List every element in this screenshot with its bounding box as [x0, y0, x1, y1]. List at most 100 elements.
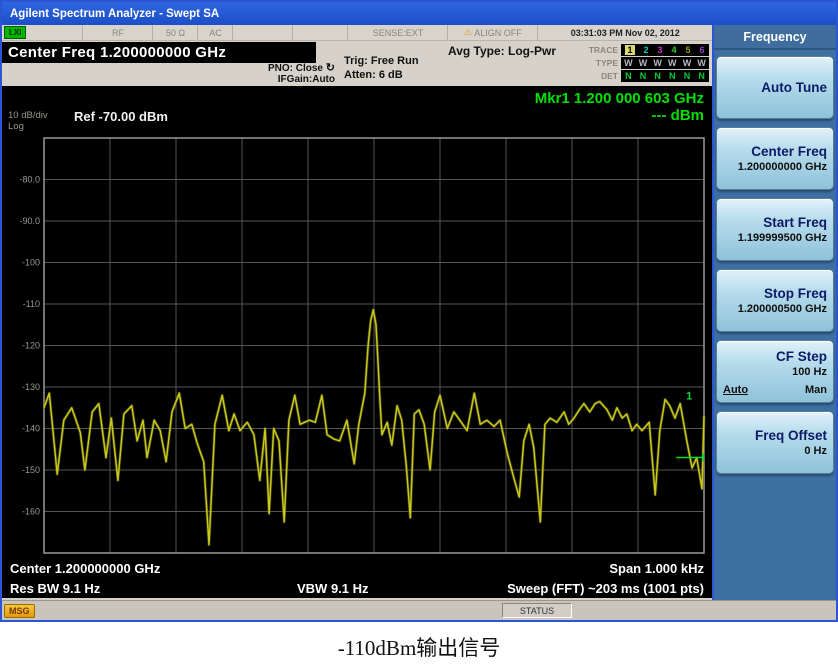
det-label: DET — [601, 71, 618, 81]
trace-digit: 3 — [657, 45, 662, 55]
ref-level-readout: Ref -70.00 dBm — [74, 109, 168, 124]
top-status-strip: LXI RF 50 Ω AC SENSE:EXT ⚠ ALIGN OFF 03:… — [2, 25, 712, 41]
bottom-status-bar: MSG STATUS — [2, 600, 836, 620]
ifgain-value: IFGain:Auto — [200, 74, 335, 85]
impedance-indicator: 50 Ω — [153, 25, 198, 40]
det-letter: N — [640, 71, 647, 81]
atten-value: Atten: 6 dB — [344, 68, 419, 82]
status-cell-empty-1 — [28, 25, 83, 40]
svg-text:-150: -150 — [22, 465, 40, 475]
softkey-label: Stop Freq — [764, 286, 827, 301]
softkey-label: Center Freq — [751, 144, 827, 159]
lxi-indicator: LXI — [4, 26, 26, 39]
footer-span: Span 1.000 kHz — [609, 561, 704, 576]
cf-step-man[interactable]: Man — [805, 384, 827, 396]
softkey-label: CF Step — [776, 349, 827, 364]
marker-1-glyph: 1 — [686, 390, 692, 402]
type-letter: W — [683, 58, 692, 68]
softkey-value: 0 Hz — [804, 445, 827, 457]
cf-step-auto[interactable]: Auto — [723, 384, 748, 396]
softkey-filler — [714, 480, 836, 600]
softkey-value: 100 Hz — [792, 366, 827, 378]
softkey-label: Freq Offset — [755, 428, 827, 443]
loop-icon: ↻ — [326, 62, 335, 74]
footer-row-1: Center 1.200000000 GHz Span 1.000 kHz — [2, 558, 712, 578]
rf-indicator: RF — [83, 25, 153, 40]
warning-icon: ⚠ — [464, 27, 472, 38]
trace-status-block: TRACE 123456 TYPE WWWWWW DET NNNNNN — [589, 43, 709, 82]
det-letter: N — [654, 71, 661, 81]
trigger-block: Trig: Free Run Atten: 6 dB — [344, 54, 419, 82]
datetime-display: 03:31:03 PM Nov 02, 2012 — [538, 25, 712, 40]
trace-digit: 4 — [671, 45, 676, 55]
det-letter: N — [684, 71, 691, 81]
footer-res-bw: Res BW 9.1 Hz — [10, 581, 100, 596]
status-cell: STATUS — [502, 603, 572, 618]
coupling-indicator: AC — [198, 25, 233, 40]
trace-digit: 5 — [685, 45, 690, 55]
window-title: Agilent Spectrum Analyzer - Swept SA — [10, 8, 219, 20]
softkey-freq-offset[interactable]: Freq Offset 0 Hz — [716, 411, 834, 474]
softkey-start-freq[interactable]: Start Freq 1.199999500 GHz — [716, 198, 834, 261]
sense-indicator: SENSE:EXT — [348, 25, 448, 40]
trig-value: Trig: Free Run — [344, 54, 419, 68]
trace-digit: 6 — [699, 45, 704, 55]
softkey-center-freq[interactable]: Center Freq 1.200000000 GHz — [716, 127, 834, 190]
align-text: ALIGN OFF — [474, 28, 522, 38]
det-letter: N — [698, 71, 705, 81]
softkey-value: 1.199999500 GHz — [738, 232, 827, 244]
status-cell-empty-3 — [293, 25, 348, 40]
status-cell-empty-2 — [233, 25, 293, 40]
footer-center-freq: Center 1.200000000 GHz — [10, 561, 160, 576]
softkey-stop-freq[interactable]: Stop Freq 1.200000500 GHz — [716, 269, 834, 332]
log-mode: Log — [8, 121, 48, 132]
trace-digit: 1 — [625, 45, 634, 55]
softkey-auto-tune[interactable]: Auto Tune — [716, 56, 834, 119]
main-row: LXI RF 50 Ω AC SENSE:EXT ⚠ ALIGN OFF 03:… — [2, 25, 836, 600]
db-per-div: 10 dB/div — [8, 110, 48, 121]
cf-step-toggle: Auto Man — [723, 384, 827, 396]
det-letter: N — [669, 71, 676, 81]
trace-digits: 123456 — [621, 44, 709, 56]
svg-text:-110: -110 — [23, 299, 40, 309]
type-letter: W — [639, 58, 648, 68]
type-letter: W — [624, 58, 633, 68]
footer-sweep: Sweep (FFT) ~203 ms (1001 pts) — [507, 581, 704, 596]
avg-type-readout: Avg Type: Log-Pwr — [448, 44, 556, 58]
settings-info-bar: Center Freq 1.200000000 GHz PNO: Close ↻… — [2, 41, 712, 86]
instrument-screen: LXI RF 50 Ω AC SENSE:EXT ⚠ ALIGN OFF 03:… — [2, 25, 712, 600]
svg-text:-160: -160 — [22, 507, 40, 517]
type-letter: W — [653, 58, 662, 68]
marker-readout: Mkr1 1.200 000 603 GHz --- dBm — [535, 90, 704, 124]
softkey-menu: Frequency Auto Tune Center Freq 1.200000… — [712, 25, 836, 600]
plot-footer: Center 1.200000000 GHz Span 1.000 kHz Re… — [2, 558, 712, 598]
type-letter: W — [668, 58, 677, 68]
spectrum-graph: -80.0-90.0-100-110-120-130-140-150-1601 — [2, 86, 712, 598]
align-indicator: ⚠ ALIGN OFF — [448, 25, 538, 40]
svg-text:-80.0: -80.0 — [19, 175, 40, 185]
trace-digit: 2 — [643, 45, 648, 55]
softkey-label: Auto Tune — [761, 80, 827, 95]
msg-badge[interactable]: MSG — [4, 604, 35, 618]
svg-text:-100: -100 — [22, 258, 40, 268]
trace-type-row: TYPE WWWWWW — [589, 56, 709, 69]
softkey-cf-step[interactable]: CF Step 100 Hz Auto Man — [716, 340, 834, 403]
window-titlebar: Agilent Spectrum Analyzer - Swept SA — [2, 2, 836, 25]
pno-value: PNO: Close ↻ — [200, 63, 335, 74]
screenshot-root: Agilent Spectrum Analyzer - Swept SA LXI… — [0, 0, 838, 662]
amplitude-scale-label: 10 dB/div Log — [8, 110, 48, 132]
spectrum-display: Mkr1 1.200 000 603 GHz --- dBm 10 dB/div… — [2, 86, 712, 598]
type-letter: W — [697, 58, 706, 68]
svg-text:-130: -130 — [22, 382, 40, 392]
det-letter: N — [625, 71, 632, 81]
type-label: TYPE — [596, 58, 618, 68]
trace-label: TRACE — [589, 45, 618, 55]
type-letters: WWWWWW — [621, 57, 709, 69]
trace-number-row: TRACE 123456 — [589, 43, 709, 56]
analyzer-window: Agilent Spectrum Analyzer - Swept SA LXI… — [0, 0, 838, 622]
footer-row-2: Res BW 9.1 Hz VBW 9.1 Hz Sweep (FFT) ~20… — [2, 578, 712, 598]
menu-title: Frequency — [714, 25, 836, 50]
footer-vbw: VBW 9.1 Hz — [297, 578, 369, 598]
softkey-label: Start Freq — [763, 215, 827, 230]
center-freq-banner: Center Freq 1.200000000 GHz — [2, 42, 316, 63]
